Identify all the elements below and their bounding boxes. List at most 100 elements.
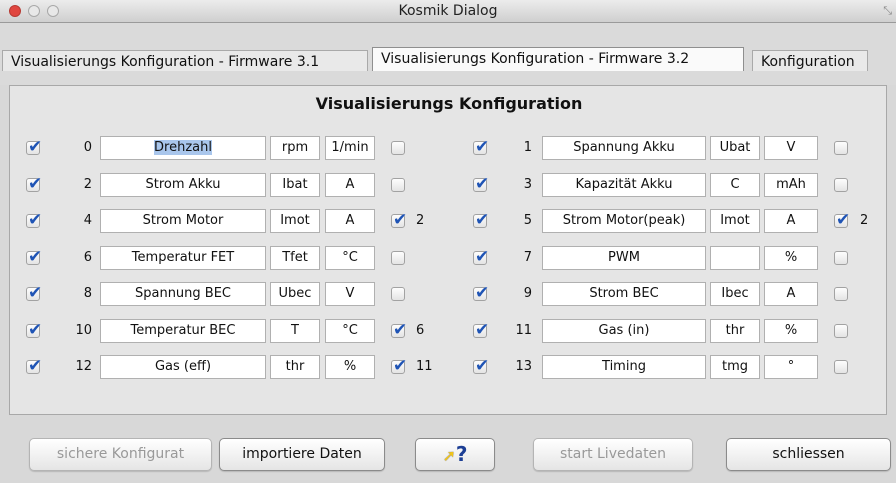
tab-konfiguration[interactable]: Konfiguration (752, 50, 868, 71)
channel-symbol-field[interactable]: Ibec (710, 282, 760, 306)
channel-index: 10 (75, 322, 92, 338)
channel-link-checkbox[interactable] (834, 177, 848, 192)
channel-index: 4 (83, 213, 92, 228)
channel-unit-field[interactable]: V (764, 136, 818, 160)
channel-enabled-checkbox[interactable]: ✔ (26, 356, 42, 376)
channel-unit-field[interactable]: A (325, 172, 375, 197)
channel-name-field[interactable]: PWM (542, 245, 706, 270)
tab-firmware-3-2[interactable]: Visualisierungs Konfiguration - Firmware… (372, 47, 744, 71)
checkmark-icon: ✔ (28, 137, 43, 157)
channel-link-target: 6 (416, 322, 425, 338)
tab-firmware-3-1[interactable]: Visualisierungs Konfiguration - Firmware… (2, 50, 368, 71)
channel-enabled-checkbox[interactable]: ✔ (473, 137, 489, 157)
channel-name-field[interactable]: Temperatur FET (100, 245, 266, 270)
channel-name-field[interactable]: Gas (in) (542, 318, 706, 343)
help-button[interactable]: ➚? (415, 438, 495, 471)
checkmark-icon: ✔ (475, 356, 490, 376)
save-config-button[interactable]: sichere Konfigurat (29, 438, 212, 471)
checkmark-icon: ✔ (28, 356, 43, 376)
checkmark-icon: ✔ (28, 283, 43, 303)
channel-symbol-field[interactable]: Ubec (270, 282, 320, 306)
channel-index: 3 (523, 176, 532, 192)
channel-name-field[interactable]: Temperatur BEC (100, 318, 266, 343)
close-dialog-button[interactable]: schliessen (726, 438, 891, 471)
channel-enabled-checkbox[interactable]: ✔ (473, 320, 489, 340)
channel-link-checkbox[interactable] (834, 250, 848, 265)
channel-index: 0 (83, 140, 92, 155)
channel-symbol-field[interactable]: tmg (710, 355, 760, 379)
channel-link-checkbox[interactable] (391, 287, 405, 301)
channel-index: 5 (523, 213, 532, 228)
channel-unit-field[interactable]: % (764, 318, 818, 343)
checkmark-icon: ✔ (475, 319, 490, 340)
import-data-button[interactable]: importiere Daten (219, 438, 385, 471)
channel-enabled-checkbox[interactable]: ✔ (26, 210, 42, 230)
window-title: Kosmik Dialog (398, 3, 498, 19)
channel-unit-field[interactable]: V (325, 282, 375, 306)
channel-enabled-checkbox[interactable]: ✔ (473, 174, 489, 194)
channel-name-field[interactable]: Spannung Akku (542, 136, 706, 160)
channel-name-field[interactable]: Strom BEC (542, 282, 706, 306)
channel-link-checkbox[interactable] (834, 323, 848, 338)
channel-link-checkbox[interactable] (391, 250, 405, 265)
channel-symbol-field[interactable]: rpm (270, 136, 320, 160)
channel-symbol-field[interactable] (710, 245, 760, 270)
channel-enabled-checkbox[interactable]: ✔ (26, 137, 42, 157)
channel-name-field[interactable]: Drehzahl (100, 136, 266, 160)
channel-enabled-checkbox[interactable]: ✔ (26, 283, 42, 303)
channel-enabled-checkbox[interactable]: ✔ (26, 247, 42, 267)
channel-link-checkbox[interactable] (391, 141, 405, 155)
channel-link-checkbox[interactable]: ✔ (391, 210, 407, 230)
channel-symbol-field[interactable]: Imot (270, 209, 320, 233)
start-live-data-button[interactable]: start Livedaten (533, 438, 693, 471)
channel-symbol-field[interactable]: thr (710, 318, 760, 343)
channel-symbol-field[interactable]: T (270, 318, 320, 343)
channel-link-checkbox[interactable] (834, 287, 848, 301)
checkmark-icon: ✔ (28, 210, 43, 230)
channel-name-field[interactable]: Strom Akku (100, 172, 266, 197)
channel-link-checkbox[interactable] (391, 177, 405, 192)
checkmark-icon: ✔ (28, 319, 43, 340)
title-bar: Kosmik Dialog ⤡ (0, 0, 896, 23)
channel-symbol-field[interactable]: Ubat (710, 136, 760, 160)
channel-unit-field[interactable]: % (325, 355, 375, 379)
channel-symbol-field[interactable]: Imot (710, 209, 760, 233)
channel-unit-field[interactable]: A (764, 282, 818, 306)
channel-link-checkbox[interactable] (834, 141, 848, 155)
channel-enabled-checkbox[interactable]: ✔ (473, 356, 489, 376)
checkmark-icon: ✔ (475, 173, 490, 194)
channel-name-field[interactable]: Strom Motor(peak) (542, 209, 706, 233)
channel-symbol-field[interactable]: Ibat (270, 172, 320, 197)
channel-symbol-field[interactable]: Tfet (270, 245, 320, 270)
channel-unit-field[interactable]: ° (764, 355, 818, 379)
channel-name-field[interactable]: Gas (eff) (100, 355, 266, 379)
channel-name-field[interactable]: Spannung BEC (100, 282, 266, 306)
channel-unit-field[interactable]: °C (325, 245, 375, 270)
channel-enabled-checkbox[interactable]: ✔ (26, 174, 42, 194)
channel-unit-field[interactable]: mAh (764, 172, 818, 197)
channel-link-checkbox[interactable] (834, 360, 848, 374)
channel-name-field[interactable]: Kapazität Akku (542, 172, 706, 197)
channel-index: 2 (83, 176, 92, 192)
channel-symbol-field[interactable]: C (710, 172, 760, 197)
channel-unit-field[interactable]: A (325, 209, 375, 233)
channel-name-field[interactable]: Timing (542, 355, 706, 379)
channel-enabled-checkbox[interactable]: ✔ (473, 283, 489, 303)
channel-unit-field[interactable]: A (764, 209, 818, 233)
channel-unit-field[interactable]: 1/min (325, 136, 375, 160)
channel-enabled-checkbox[interactable]: ✔ (26, 320, 42, 340)
help-icon: ? (455, 442, 468, 466)
checkmark-icon: ✔ (475, 210, 490, 230)
channel-unit-field[interactable]: °C (325, 318, 375, 343)
selected-text: Drehzahl (154, 140, 212, 155)
channel-enabled-checkbox[interactable]: ✔ (473, 247, 489, 267)
channel-unit-field[interactable]: % (764, 245, 818, 270)
channel-enabled-checkbox[interactable]: ✔ (473, 210, 489, 230)
channel-symbol-field[interactable]: thr (270, 355, 320, 379)
channel-link-checkbox[interactable]: ✔ (391, 356, 407, 376)
channel-name-field[interactable]: Strom Motor (100, 209, 266, 233)
channel-link-checkbox[interactable]: ✔ (834, 210, 850, 230)
channel-link-checkbox[interactable]: ✔ (391, 320, 407, 340)
checkmark-icon: ✔ (393, 319, 408, 340)
channel-index: 7 (523, 249, 532, 265)
